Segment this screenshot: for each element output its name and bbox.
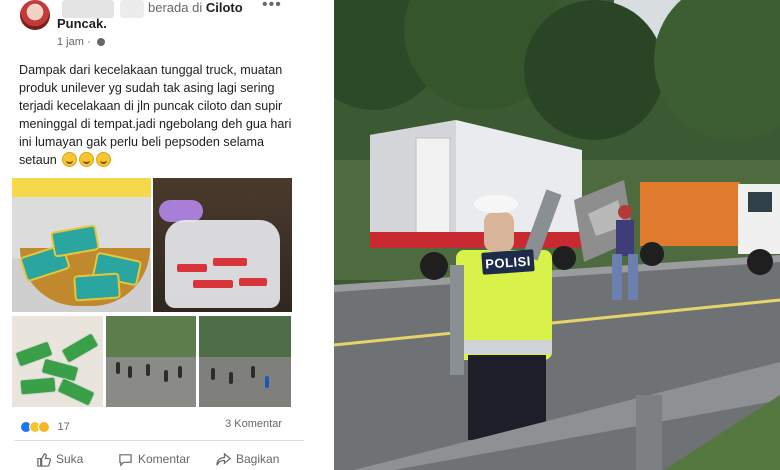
share-button[interactable]: Bagikan [216, 448, 279, 470]
share-arrow-icon [216, 452, 231, 465]
person [178, 366, 182, 378]
laughing-emoji-icon [79, 152, 95, 167]
vest-reflective-strip [458, 340, 552, 354]
worker-leg [612, 254, 622, 300]
avatar[interactable] [20, 0, 50, 30]
person [128, 366, 132, 378]
truck-wheel [552, 246, 576, 270]
tree [524, 0, 664, 140]
comment-count[interactable]: 3 Komentar [225, 418, 282, 430]
time-text: 1 jam [57, 36, 84, 48]
laughing-emoji-icon [96, 152, 112, 167]
more-options-icon[interactable]: ••• [262, 0, 282, 14]
laughing-emoji-icon [62, 152, 78, 167]
photo-green-packs[interactable] [12, 316, 103, 407]
green-pack [60, 332, 100, 364]
police-vest-label: POLISI [481, 249, 535, 275]
like-button[interactable]: Suka [36, 448, 83, 470]
photo-road-crowd[interactable] [199, 316, 291, 407]
accident-scene [334, 0, 780, 470]
location-line[interactable]: Puncak. [57, 16, 107, 31]
person [146, 364, 150, 376]
photo-crowd-road[interactable] [106, 316, 196, 407]
tow-truck-window [748, 192, 772, 212]
photo-snacks-bowl[interactable] [12, 178, 151, 312]
post-header-location: berada di Ciloto [148, 0, 243, 15]
globe-icon [96, 38, 105, 47]
post-actions: Suka Komentar Bagikan [0, 448, 332, 470]
police-helmet [474, 195, 518, 213]
toothpaste [177, 264, 207, 272]
police-head [484, 212, 514, 252]
snack-pack [73, 272, 121, 302]
person [265, 376, 269, 388]
comment-label: Komentar [138, 452, 191, 466]
comment-button[interactable]: Komentar [118, 448, 190, 470]
truck-chassis [370, 232, 582, 248]
guard-rail-post [636, 395, 662, 470]
tow-truck-wheel [747, 249, 773, 275]
green-pack [56, 377, 96, 407]
green-pack [19, 376, 57, 396]
truck-wheel [420, 252, 448, 280]
reactions-summary[interactable]: 17 [20, 418, 70, 433]
toothpaste [193, 280, 233, 288]
person [251, 366, 255, 378]
toothpaste [213, 258, 247, 266]
photo-toothpaste-bag[interactable] [153, 178, 292, 312]
worker-shirt [616, 220, 634, 256]
location-link[interactable]: Ciloto [206, 0, 243, 15]
person [229, 372, 233, 384]
share-label: Bagikan [236, 452, 280, 466]
police-arm [450, 265, 464, 375]
person [211, 368, 215, 380]
time-separator: · [86, 36, 91, 48]
sad-reaction-icon [38, 420, 50, 433]
worker-head [618, 205, 632, 219]
slipper [159, 200, 203, 222]
divider [14, 440, 304, 441]
comment-bubble-icon [119, 453, 132, 467]
reaction-count: 17 [57, 420, 70, 433]
person [116, 362, 120, 374]
tow-truck-body [640, 182, 740, 246]
truck-door [415, 137, 451, 235]
person [164, 370, 168, 382]
thumbs-up-icon [37, 452, 51, 467]
blurred-username-part [120, 0, 144, 18]
header-suffix: berada di [148, 0, 203, 15]
post-text: Dampak dari kecelakaan tunggal truck, mu… [19, 61, 301, 169]
worker-leg [628, 254, 638, 300]
toothpaste [239, 278, 267, 286]
accident-photo[interactable]: POLISI [334, 0, 780, 470]
facebook-post: berada di Ciloto ••• Puncak. 1 jam · Dam… [0, 0, 332, 470]
like-label: Suka [56, 452, 84, 466]
post-timestamp[interactable]: 1 jam · [57, 36, 105, 48]
post-body: Dampak dari kecelakaan tunggal truck, mu… [19, 63, 292, 167]
tow-truck-wheel [640, 242, 664, 266]
